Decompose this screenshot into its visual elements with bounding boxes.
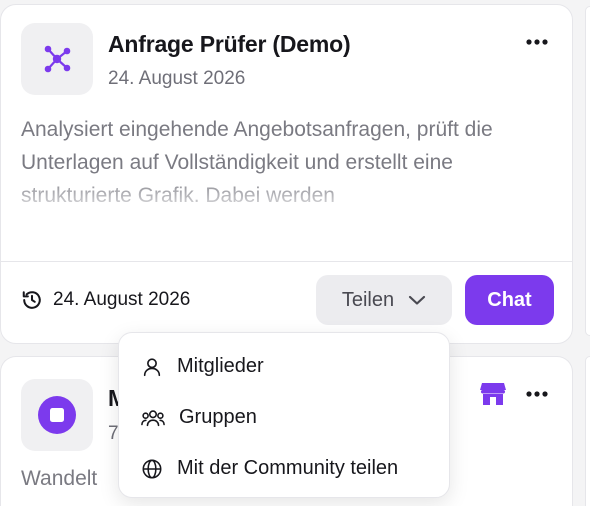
next-card-edge <box>585 356 590 506</box>
last-updated-date: 24. August 2026 <box>53 289 191 310</box>
assistant-title: Anfrage Prüfer (Demo) <box>108 31 351 57</box>
assistant-description: Analysiert eingehende Angebotsanfragen, … <box>21 113 561 233</box>
assistant-date: 24. August 2026 <box>108 68 246 89</box>
assistant-card[interactable]: Anfrage Prüfer (Demo) 24. August 2026 An… <box>0 4 573 344</box>
card-divider <box>1 261 572 262</box>
network-nodes-icon <box>44 45 71 73</box>
next-card-edge <box>585 6 590 336</box>
share-menu-item-groups[interactable]: Gruppen <box>119 392 449 443</box>
users-group-icon <box>141 409 165 426</box>
chat-button[interactable]: Chat <box>465 275 554 325</box>
share-button[interactable]: Teilen <box>316 275 452 325</box>
store-icon[interactable] <box>479 381 507 407</box>
share-menu-item-members[interactable]: Mitglieder <box>119 341 449 392</box>
history-icon <box>22 291 41 309</box>
assistant-icon-tile <box>21 379 93 451</box>
share-button-label: Teilen <box>341 288 395 311</box>
more-options-icon[interactable] <box>524 381 550 407</box>
stop-square-icon <box>38 396 76 434</box>
share-menu-item-label: Mit der Community teilen <box>177 457 399 479</box>
description-fade <box>21 175 561 233</box>
share-menu-item-label: Gruppen <box>179 406 257 428</box>
more-options-icon[interactable] <box>524 29 550 55</box>
user-icon <box>143 357 161 376</box>
assistant-icon-tile <box>21 23 93 95</box>
chevron-down-icon <box>409 295 426 305</box>
assistant-description: Wandelt <box>21 467 98 490</box>
globe-icon <box>142 459 162 478</box>
share-menu-item-label: Mitglieder <box>177 355 264 377</box>
share-menu: Mitglieder Gruppen Mit der Community tei… <box>118 332 450 498</box>
last-updated: 24. August 2026 <box>21 289 190 311</box>
share-menu-item-community[interactable]: Mit der Community teilen <box>119 443 449 494</box>
